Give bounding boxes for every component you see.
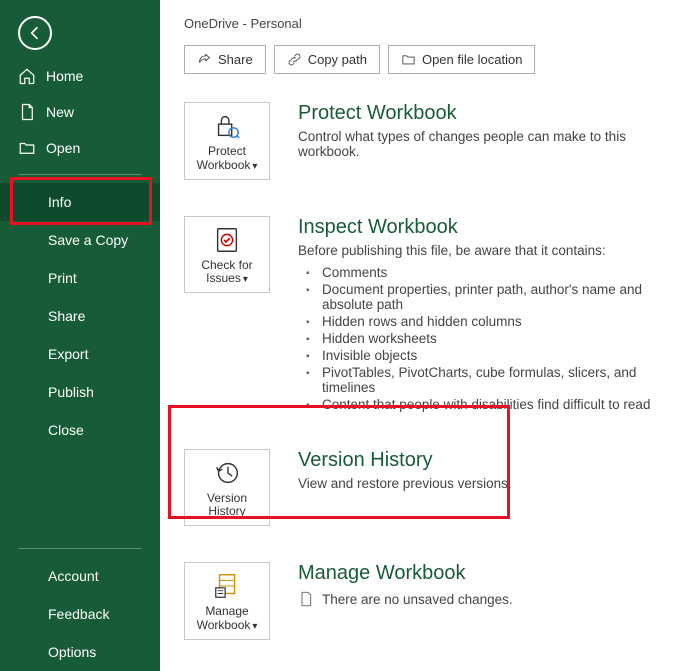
- divider: [18, 548, 142, 549]
- link-icon: [287, 52, 302, 67]
- nav-info-label: Info: [48, 194, 71, 210]
- nav-open[interactable]: Open: [0, 130, 160, 166]
- nav-print-label: Print: [48, 270, 77, 286]
- nav-export[interactable]: Export: [0, 335, 160, 373]
- nav-options-label: Options: [48, 644, 96, 660]
- inspect-title: Inspect Workbook: [298, 216, 671, 239]
- share-icon: [197, 52, 212, 67]
- nav-publish-label: Publish: [48, 384, 94, 400]
- chevron-down-icon: ▾: [252, 161, 257, 172]
- version-section: Version History Version History View and…: [184, 449, 671, 527]
- protect-desc: Control what types of changes people can…: [298, 129, 671, 159]
- protect-title: Protect Workbook: [298, 102, 671, 125]
- nav-home-label: Home: [46, 68, 83, 84]
- chevron-down-icon: ▾: [252, 621, 257, 632]
- inspect-desc: Before publishing this file, be aware th…: [298, 243, 671, 258]
- copy-path-button[interactable]: Copy path: [274, 45, 380, 74]
- nav-home[interactable]: Home: [0, 58, 160, 94]
- list-item: Document properties, printer path, autho…: [312, 281, 671, 313]
- nav-print[interactable]: Print: [0, 259, 160, 297]
- chevron-down-icon: ▾: [243, 274, 248, 285]
- copy-path-label: Copy path: [308, 52, 367, 67]
- nav-close[interactable]: Close: [0, 411, 160, 449]
- backstage-sidebar: Home New Open Info Save a Copy Print Sha…: [0, 0, 160, 671]
- nav-account-label: Account: [48, 568, 99, 584]
- lock-icon: [212, 111, 242, 141]
- list-item: Hidden worksheets: [312, 330, 671, 347]
- share-button[interactable]: Share: [184, 45, 266, 74]
- protect-tile[interactable]: Protect Workbook▾: [184, 102, 270, 180]
- arrow-left-icon: [27, 25, 43, 41]
- protect-section: Protect Workbook▾ Protect Workbook Contr…: [184, 102, 671, 180]
- manage-title: Manage Workbook: [298, 562, 671, 585]
- list-item: Invisible objects: [312, 347, 671, 364]
- nav-close-label: Close: [48, 422, 84, 438]
- nav-feedback[interactable]: Feedback: [0, 595, 160, 633]
- new-icon: [18, 103, 36, 121]
- nav-account[interactable]: Account: [0, 557, 160, 595]
- inspect-section: Check for Issues▾ Inspect Workbook Befor…: [184, 216, 671, 413]
- manage-desc: There are no unsaved changes.: [322, 592, 513, 607]
- version-tile-label: Version History: [207, 491, 247, 519]
- share-label: Share: [218, 52, 253, 67]
- toolbar: Share Copy path Open file location: [184, 45, 671, 74]
- nav-save-copy[interactable]: Save a Copy: [0, 221, 160, 259]
- nav-new-label: New: [46, 104, 74, 120]
- manage-tile[interactable]: Manage Workbook▾: [184, 562, 270, 640]
- open-location-label: Open file location: [422, 52, 522, 67]
- divider: [18, 174, 142, 175]
- manage-tile-label: Manage Workbook: [197, 604, 251, 632]
- back-button[interactable]: [18, 16, 52, 50]
- nav-options[interactable]: Options: [0, 633, 160, 671]
- home-icon: [18, 67, 36, 85]
- list-item: PivotTables, PivotCharts, cube formulas,…: [312, 364, 671, 396]
- nav-new[interactable]: New: [0, 94, 160, 130]
- nav-save-copy-label: Save a Copy: [48, 232, 128, 248]
- inspect-tile[interactable]: Check for Issues▾: [184, 216, 270, 294]
- manage-section: Manage Workbook▾ Manage Workbook There a…: [184, 562, 671, 640]
- open-location-button[interactable]: Open file location: [388, 45, 535, 74]
- version-title: Version History: [298, 449, 671, 472]
- check-issues-icon: [212, 225, 242, 255]
- nav-info[interactable]: Info: [0, 183, 160, 221]
- content-area: OneDrive - Personal Share Copy path Open…: [160, 0, 695, 671]
- folder-icon: [401, 52, 416, 67]
- document-icon: [298, 591, 314, 607]
- nav-share-label: Share: [48, 308, 85, 324]
- protect-tile-label: Protect Workbook: [197, 144, 251, 172]
- manage-icon: [212, 571, 242, 601]
- location-text: OneDrive - Personal: [184, 16, 671, 31]
- version-desc: View and restore previous versions.: [298, 476, 671, 491]
- list-item: Content that people with disabilities fi…: [312, 396, 671, 413]
- nav-feedback-label: Feedback: [48, 606, 109, 622]
- inspect-list: Comments Document properties, printer pa…: [298, 264, 671, 413]
- version-tile[interactable]: Version History: [184, 449, 270, 527]
- list-item: Comments: [312, 264, 671, 281]
- list-item: Hidden rows and hidden columns: [312, 313, 671, 330]
- nav-share[interactable]: Share: [0, 297, 160, 335]
- nav-open-label: Open: [46, 140, 80, 156]
- nav-publish[interactable]: Publish: [0, 373, 160, 411]
- open-icon: [18, 139, 36, 157]
- history-icon: [212, 458, 242, 488]
- nav-export-label: Export: [48, 346, 88, 362]
